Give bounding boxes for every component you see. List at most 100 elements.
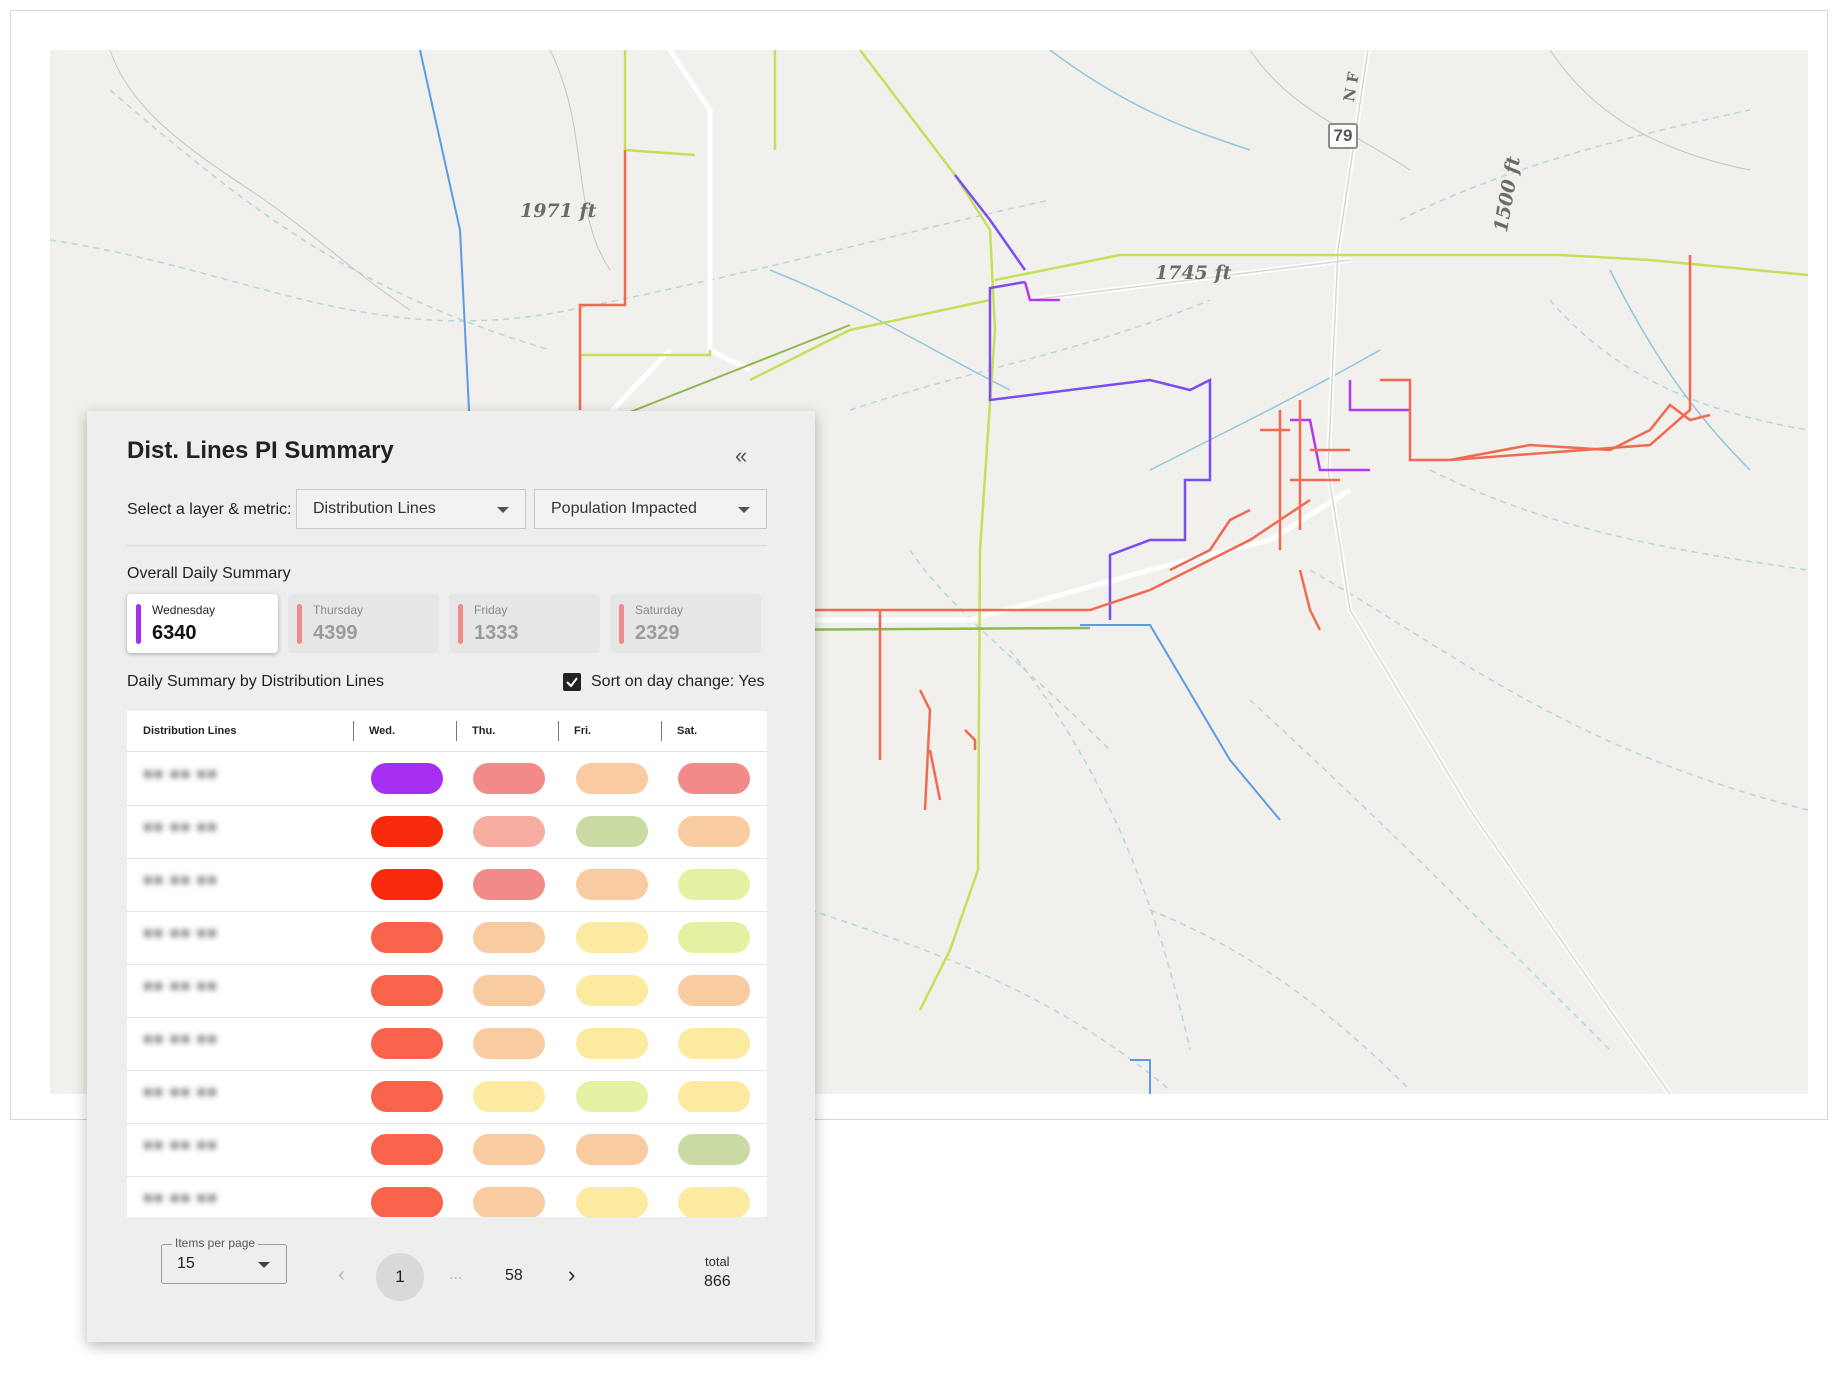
- value-pill[interactable]: [371, 922, 443, 953]
- route-shield: 79: [1328, 123, 1358, 149]
- caret-down-icon: [497, 507, 509, 513]
- value-pill[interactable]: [371, 1081, 443, 1112]
- value-pill[interactable]: [678, 869, 750, 900]
- column-separator: [661, 721, 662, 741]
- summary-table: Distribution Lines Wed. Thu. Fri. Sat. ■…: [127, 711, 767, 1217]
- value-pill[interactable]: [678, 1134, 750, 1165]
- table-row[interactable]: ■■ ■■ ■■: [127, 1123, 767, 1177]
- page-last-button[interactable]: 58: [505, 1267, 523, 1285]
- day-card-friday[interactable]: Friday 1333: [449, 594, 600, 653]
- row-name: ■■ ■■ ■■: [143, 978, 218, 995]
- column-header[interactable]: Fri.: [574, 725, 591, 737]
- page-ellipsis: ...: [449, 1266, 463, 1283]
- summary-panel: Dist. Lines PI Summary « Select a layer …: [87, 411, 815, 1342]
- table-row[interactable]: ■■ ■■ ■■: [127, 1017, 767, 1071]
- value-pill[interactable]: [576, 1187, 648, 1217]
- day-value: 6340: [152, 622, 197, 644]
- value-pill[interactable]: [473, 922, 545, 953]
- row-name: ■■ ■■ ■■: [143, 1031, 218, 1048]
- day-name: Saturday: [635, 603, 684, 617]
- value-pill[interactable]: [576, 922, 648, 953]
- row-name: ■■ ■■ ■■: [143, 1084, 218, 1101]
- column-header[interactable]: Distribution Lines: [143, 725, 237, 737]
- items-per-page-value: 15: [177, 1255, 195, 1272]
- table-row[interactable]: ■■ ■■ ■■: [127, 805, 767, 859]
- page-current-button[interactable]: 1: [376, 1253, 424, 1301]
- table-row[interactable]: ■■ ■■ ■■: [127, 752, 767, 806]
- day-name: Wednesday: [152, 603, 216, 617]
- sort-checkbox[interactable]: [563, 673, 581, 691]
- double-chevron-left-icon[interactable]: «: [735, 443, 747, 469]
- table-header: Distribution Lines Wed. Thu. Fri. Sat.: [127, 711, 767, 752]
- value-pill[interactable]: [371, 816, 443, 847]
- items-per-page-label: Items per page: [172, 1236, 259, 1250]
- layer-dropdown[interactable]: Distribution Lines: [296, 489, 526, 529]
- value-pill[interactable]: [473, 1134, 545, 1165]
- value-pill[interactable]: [678, 816, 750, 847]
- elevation-label: 1971 ft: [520, 200, 597, 222]
- value-pill[interactable]: [371, 763, 443, 794]
- value-pill[interactable]: [678, 1028, 750, 1059]
- table-row[interactable]: ■■ ■■ ■■: [127, 858, 767, 912]
- total-value: 866: [704, 1273, 731, 1290]
- column-header[interactable]: Thu.: [472, 725, 495, 737]
- table-row[interactable]: ■■ ■■ ■■: [127, 964, 767, 1018]
- value-pill[interactable]: [678, 1187, 750, 1217]
- value-pill[interactable]: [576, 1134, 648, 1165]
- table-row[interactable]: ■■ ■■ ■■: [127, 1176, 767, 1217]
- items-per-page-select[interactable]: Items per page 15: [161, 1236, 287, 1284]
- table-row[interactable]: ■■ ■■ ■■: [127, 911, 767, 965]
- value-pill[interactable]: [678, 922, 750, 953]
- metric-dropdown[interactable]: Population Impacted: [534, 489, 767, 529]
- day-color-bar: [458, 604, 463, 644]
- value-pill[interactable]: [371, 1187, 443, 1217]
- day-color-bar: [136, 604, 141, 644]
- day-card-saturday[interactable]: Saturday 2329: [610, 594, 761, 653]
- row-name: ■■ ■■ ■■: [143, 819, 218, 836]
- value-pill[interactable]: [473, 975, 545, 1006]
- row-name: ■■ ■■ ■■: [143, 1190, 218, 1207]
- day-card-wednesday[interactable]: Wednesday 6340: [127, 594, 278, 653]
- day-card-thursday[interactable]: Thursday 4399: [288, 594, 439, 653]
- value-pill[interactable]: [576, 763, 648, 794]
- panel-title: Dist. Lines PI Summary: [127, 437, 394, 464]
- row-name: ■■ ■■ ■■: [143, 925, 218, 942]
- column-header[interactable]: Wed.: [369, 725, 395, 737]
- column-header[interactable]: Sat.: [677, 725, 697, 737]
- caret-down-icon: [738, 507, 750, 513]
- sort-label: Sort on day change: Yes: [591, 673, 765, 690]
- value-pill[interactable]: [473, 1187, 545, 1217]
- value-pill[interactable]: [473, 816, 545, 847]
- table-row[interactable]: ■■ ■■ ■■: [127, 1070, 767, 1124]
- value-pill[interactable]: [371, 1028, 443, 1059]
- chevron-right-icon[interactable]: ›: [568, 1262, 575, 1288]
- value-pill[interactable]: [576, 1081, 648, 1112]
- divider: [127, 545, 767, 546]
- value-pill[interactable]: [576, 1028, 648, 1059]
- day-color-bar: [619, 604, 624, 644]
- metric-dropdown-value: Population Impacted: [551, 500, 697, 517]
- elevation-label: 1745 ft: [1155, 262, 1232, 284]
- overall-summary-label: Overall Daily Summary: [127, 565, 291, 582]
- value-pill[interactable]: [678, 975, 750, 1006]
- value-pill[interactable]: [473, 869, 545, 900]
- value-pill[interactable]: [473, 1081, 545, 1112]
- select-label: Select a layer & metric:: [127, 501, 292, 518]
- chevron-left-icon[interactable]: ‹: [338, 1264, 345, 1287]
- row-name: ■■ ■■ ■■: [143, 872, 218, 889]
- day-value: 4399: [313, 622, 358, 644]
- value-pill[interactable]: [576, 816, 648, 847]
- column-separator: [456, 721, 457, 741]
- value-pill[interactable]: [678, 1081, 750, 1112]
- value-pill[interactable]: [576, 975, 648, 1006]
- row-name: ■■ ■■ ■■: [143, 766, 218, 783]
- value-pill[interactable]: [371, 869, 443, 900]
- row-name: ■■ ■■ ■■: [143, 1137, 218, 1154]
- value-pill[interactable]: [576, 869, 648, 900]
- value-pill[interactable]: [473, 1028, 545, 1059]
- value-pill[interactable]: [371, 975, 443, 1006]
- value-pill[interactable]: [678, 763, 750, 794]
- value-pill[interactable]: [473, 763, 545, 794]
- value-pill[interactable]: [371, 1134, 443, 1165]
- caret-down-icon: [258, 1262, 270, 1268]
